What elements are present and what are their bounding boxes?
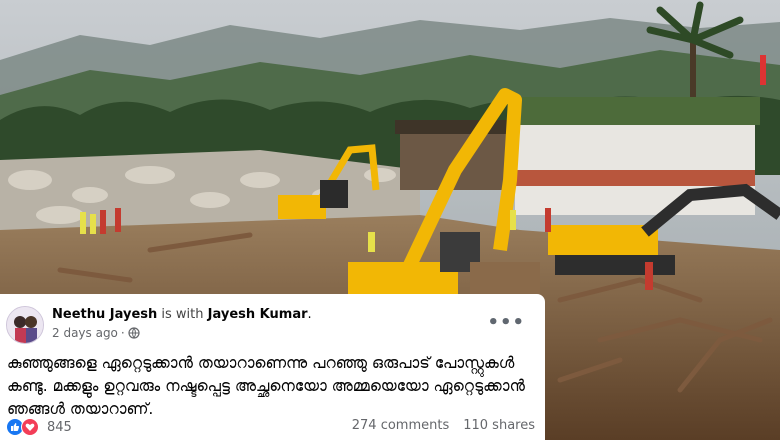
post-footer: 845 274 comments 110 shares [6,418,535,436]
comments-count-link[interactable]: 274 comments [352,418,449,433]
avatar[interactable] [6,306,44,344]
more-options-icon[interactable]: ••• [487,312,525,333]
meta-separator: · [120,326,125,340]
globe-icon [128,327,140,339]
avatar-photo-icon [7,307,43,343]
post-timestamp-link[interactable]: 2 days ago [52,326,118,340]
post-meta: 2 days ago · [52,326,140,340]
with-text: is with [161,307,204,322]
engagement-stats: 274 comments 110 shares [352,418,535,433]
shares-count-link[interactable]: 110 shares [463,418,535,433]
love-reaction-icon [21,418,39,436]
reactions-summary[interactable]: 845 [6,418,72,436]
tagged-suffix: . [307,307,312,322]
post-header: Neethu Jayesh is with Jayesh Kumar. [52,307,312,322]
post-text: കുഞ്ഞുങ്ങളെ ഏറ്റെടുക്കാൻ തയാറാണെന്നു പറഞ… [7,354,525,418]
tagged-person-link[interactable]: Jayesh Kumar [208,307,308,322]
facebook-post-card: Neethu Jayesh is with Jayesh Kumar. 2 da… [0,294,545,440]
author-name-link[interactable]: Neethu Jayesh [52,307,157,322]
reaction-count: 845 [47,419,72,435]
